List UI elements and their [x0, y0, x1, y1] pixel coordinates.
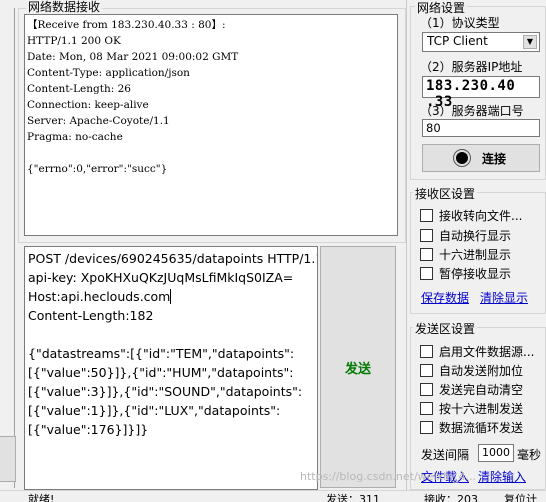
send-line-text: Host:api.heclouds.com — [28, 289, 171, 304]
checkbox[interactable] — [420, 421, 433, 434]
checkbox[interactable] — [420, 229, 433, 242]
option-label: 启用文件数据源... — [439, 345, 535, 359]
send-line: Content-Length:182 — [28, 308, 154, 323]
left-frame — [0, 0, 16, 488]
option-label: 接收转向文件... — [439, 209, 523, 223]
option-label: 数据流循环发送 — [439, 421, 524, 435]
send-line: {"datastreams":[{"id":"TEM","datapoints"… — [28, 346, 295, 361]
receive-line: 【Receive from 183.230.40.33 : 80】: — [27, 19, 226, 31]
receive-option-hex[interactable]: 十六进制显示 — [420, 246, 511, 263]
checkbox[interactable] — [420, 345, 433, 358]
checkbox[interactable] — [420, 209, 433, 222]
receive-line — [27, 145, 395, 161]
send-line: [{"value":1}]},{"id":"LUX","datapoints": — [28, 403, 281, 418]
checkbox[interactable] — [420, 402, 433, 415]
send-option-auto-clear[interactable]: 发送完自动清空 — [420, 381, 523, 398]
send-line: Host:api.heclouds.com — [28, 287, 314, 306]
text-cursor — [170, 289, 172, 304]
checkbox[interactable] — [420, 364, 433, 377]
ip-label: （2）服务器IP地址 — [420, 60, 523, 74]
protocol-value: TCP Client — [427, 34, 488, 48]
checkbox[interactable] — [420, 248, 433, 261]
receive-option-auto-wrap[interactable]: 自动换行显示 — [420, 227, 511, 244]
receive-text-area[interactable]: 【Receive from 183.230.40.33 : 80】: HTTP/1… — [24, 14, 398, 236]
protocol-select[interactable]: TCP Client ▼ — [422, 32, 540, 52]
receive-line: Content-Length: 26 — [27, 83, 131, 95]
checkbox[interactable] — [420, 267, 433, 280]
server-ip-field[interactable]: 183.230.40 .33 — [422, 76, 540, 110]
option-label: 按十六进制发送 — [439, 402, 524, 416]
receive-line: HTTP/1.1 200 OK — [27, 35, 121, 47]
chevron-down-icon[interactable]: ▼ — [523, 35, 537, 49]
send-option-append[interactable]: 自动发送附加位 — [420, 362, 523, 379]
send-line: [{"value":176}]}]} — [28, 422, 149, 437]
status-ready: 就绪! — [28, 493, 55, 502]
send-interval-input[interactable]: 1000 — [478, 444, 514, 462]
connection-indicator-icon — [455, 152, 468, 164]
option-label: 自动发送附加位 — [439, 364, 524, 378]
send-line: api-key: XpoKHXuQKzJUqMsLfiMkIqS0IZA= — [28, 270, 294, 285]
option-label: 发送完自动清空 — [439, 383, 524, 397]
panel-divider — [406, 0, 407, 490]
clear-display-link[interactable]: 清除显示 — [480, 289, 528, 306]
checkbox[interactable] — [420, 383, 433, 396]
status-recv-count: 接收：203 — [424, 493, 478, 502]
send-line: POST /devices/690245635/datapoints HTTP/… — [28, 251, 318, 266]
send-option-file-source[interactable]: 启用文件数据源... — [420, 343, 534, 360]
protocol-label: （1）协议类型 — [420, 16, 500, 30]
frame-edge — [14, 8, 15, 488]
receive-line: Pragma: no-cache — [27, 131, 123, 143]
receive-line: Connection: keep-alive — [27, 99, 149, 111]
receive-option-pause[interactable]: 暂停接收显示 — [420, 265, 511, 282]
server-port-field[interactable]: 80 — [422, 119, 540, 137]
partial-button[interactable] — [0, 436, 16, 482]
port-label: （3）服务器端口号 — [420, 104, 524, 118]
receive-line: Server: Apache-Coyote/1.1 — [27, 115, 170, 127]
send-line: [{"value":50}]},{"id":"HUM","datapoints"… — [28, 365, 294, 380]
send-interval-label: 发送间隔 — [421, 448, 470, 462]
watermark: https://blog.csdn.net/weixin_4... — [300, 470, 477, 483]
connect-label: 连接 — [481, 151, 506, 166]
send-line — [28, 325, 314, 344]
option-label: 自动换行显示 — [439, 229, 512, 243]
send-settings-title: 发送区设置 — [413, 320, 478, 337]
save-data-link[interactable]: 保存数据 — [421, 289, 469, 306]
option-label: 十六进制显示 — [439, 248, 512, 262]
send-option-loop[interactable]: 数据流循环发送 — [420, 419, 523, 436]
connect-button[interactable]: 连接 — [422, 144, 540, 172]
status-send-count: 发送：311 — [326, 493, 380, 502]
receive-settings-title: 接收区设置 — [413, 185, 478, 202]
send-interval-unit: 毫秒 — [517, 448, 542, 462]
status-bar: 就绪! 发送：311 接收：203 复位计 — [0, 490, 546, 502]
send-line: [{"value":3}]},{"id":"SOUND","datapoints… — [28, 384, 303, 399]
option-label: 暂停接收显示 — [439, 267, 512, 281]
receive-option-to-file[interactable]: 接收转向文件... — [420, 207, 522, 224]
reset-counter-button[interactable]: 复位计 — [504, 491, 537, 502]
send-option-hex[interactable]: 按十六进制发送 — [420, 400, 523, 417]
send-text-area[interactable]: POST /devices/690245635/datapoints HTTP/… — [24, 246, 318, 490]
receive-line: {"errno":0,"error":"succ"} — [27, 163, 168, 175]
receive-line: Date: Mon, 08 Mar 2021 09:00:02 GMT — [27, 51, 239, 63]
send-button[interactable]: 发送 — [320, 246, 396, 488]
receive-group-title: 网络数据接收 — [26, 0, 103, 15]
clear-input-link[interactable]: 清除输入 — [478, 468, 526, 485]
receive-line: Content-Type: application/json — [27, 67, 190, 79]
